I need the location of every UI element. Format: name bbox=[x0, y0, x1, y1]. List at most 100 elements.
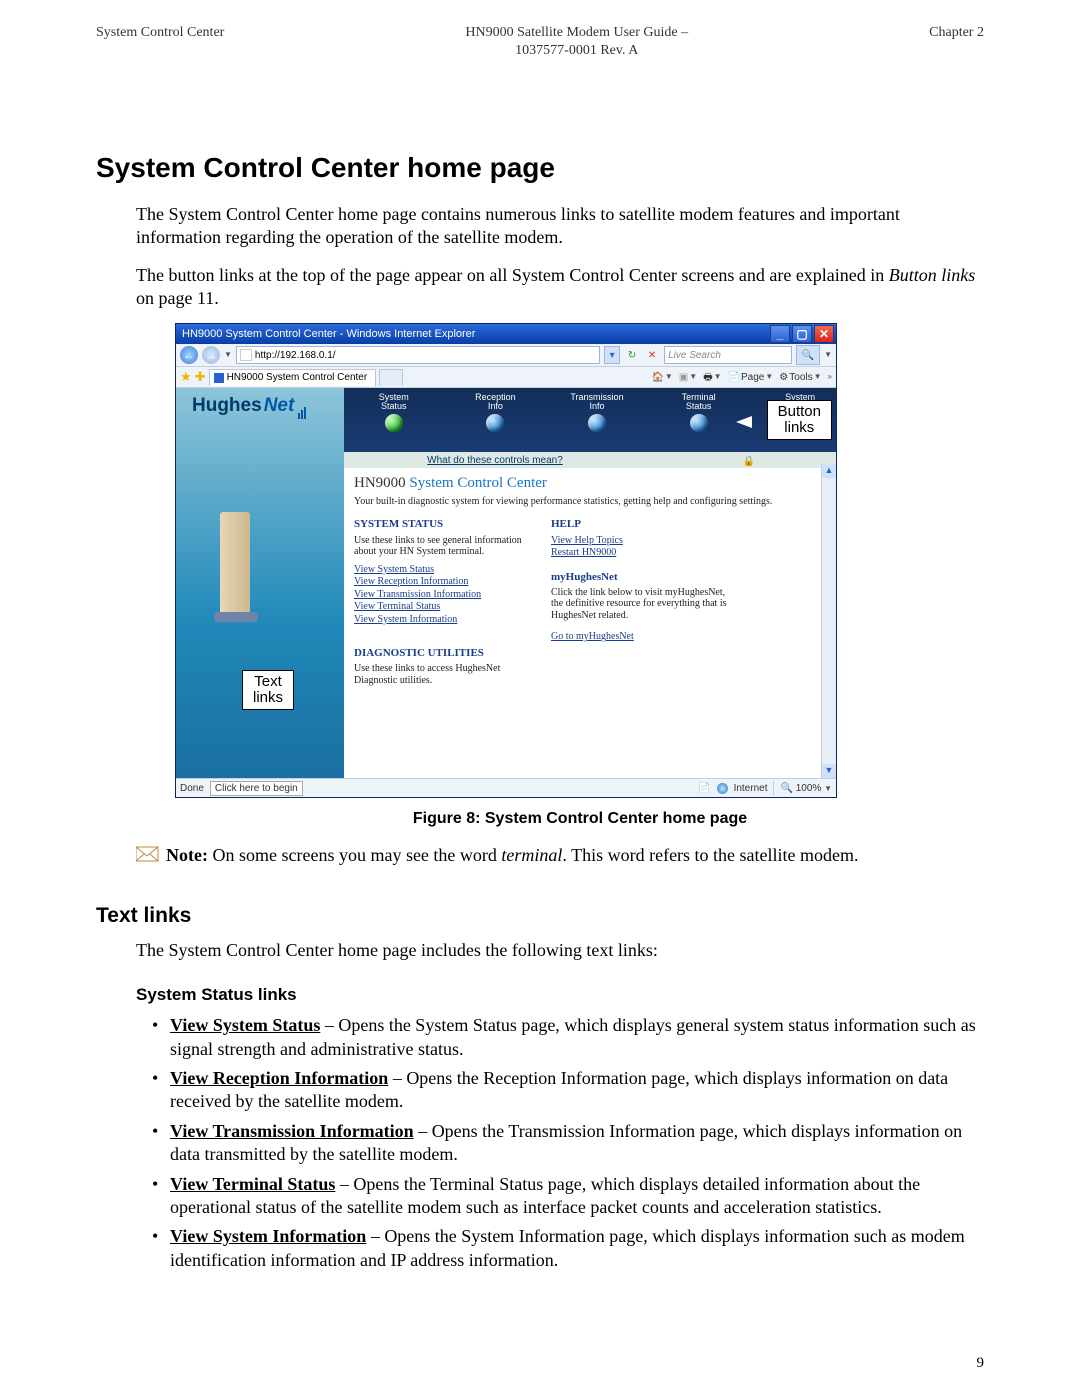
status-button-label: ReceptionInfo bbox=[460, 392, 532, 412]
button-strip: SystemStatus ReceptionInfo TransmissionInf… bbox=[344, 388, 836, 452]
diagnostic-heading: DIAGNOSTIC UTILITIES bbox=[354, 646, 529, 660]
maximize-button[interactable]: ▢ bbox=[792, 325, 812, 343]
search-provider-dropdown[interactable]: ▼ bbox=[824, 350, 832, 360]
scc-title-a: HN9000 bbox=[354, 475, 409, 491]
status-click-here[interactable]: Click here to begin bbox=[210, 781, 303, 796]
p2-link-ref: Button links bbox=[889, 265, 976, 285]
list-link-name: View Reception Information bbox=[170, 1068, 388, 1088]
scc-link[interactable]: View Transmission Information bbox=[354, 589, 529, 602]
print-button[interactable]: 🖶▼ bbox=[703, 371, 721, 384]
new-tab-button[interactable] bbox=[379, 369, 403, 386]
forward-button[interactable]: → bbox=[202, 346, 220, 364]
scc-subtitle: Your built-in diagnostic system for view… bbox=[354, 496, 826, 508]
scc-title-b: System Control Center bbox=[409, 475, 547, 491]
back-button[interactable]: ← bbox=[180, 346, 198, 364]
lock-icon: 🔒 bbox=[743, 455, 753, 465]
system-status-desc: Use these links to see general informati… bbox=[354, 535, 529, 558]
close-button[interactable]: ✕ bbox=[814, 325, 834, 343]
modem-illustration bbox=[214, 512, 262, 628]
stop-button[interactable]: ✕ bbox=[644, 347, 660, 363]
text-links-heading: Text links bbox=[96, 902, 984, 929]
search-field[interactable]: Live Search bbox=[664, 346, 792, 364]
scc-link[interactable]: View System Information bbox=[354, 614, 529, 627]
intro-paragraph-1: The System Control Center home page cont… bbox=[136, 203, 984, 250]
list-link-name: View Transmission Information bbox=[170, 1121, 414, 1141]
scc-link[interactable]: View System Status bbox=[354, 564, 529, 577]
favorites-star-icon[interactable]: ★ bbox=[180, 369, 192, 386]
list-item: View System Information – Opens the Syst… bbox=[152, 1225, 984, 1272]
content-scrollbar[interactable]: ▲ ▼ bbox=[821, 464, 836, 778]
note-icon bbox=[136, 844, 160, 862]
header-doc-title: HN9000 Satellite Modem User Guide – bbox=[465, 24, 688, 42]
note: Note: On some screens you may see the wo… bbox=[136, 844, 984, 867]
scc-title: HN9000 System Control Center bbox=[354, 474, 826, 494]
status-button-system-status[interactable]: SystemStatus bbox=[358, 392, 430, 432]
status-orb-icon bbox=[385, 414, 403, 432]
callout-button-links: Button links bbox=[767, 400, 832, 440]
scroll-up-button[interactable]: ▲ bbox=[822, 464, 836, 478]
zoom-value: 100% bbox=[796, 783, 822, 794]
list-item: View System Status – Opens the System St… bbox=[152, 1014, 984, 1061]
status-orb-icon bbox=[486, 414, 504, 432]
status-done: Done bbox=[180, 782, 204, 795]
internet-zone-icon bbox=[717, 783, 728, 794]
tab-label: HN9000 System Control Center bbox=[227, 371, 368, 384]
address-url: http://192.168.0.1/ bbox=[255, 349, 336, 362]
window-titlebar: HN9000 System Control Center - Windows I… bbox=[176, 324, 836, 344]
p2-b: on page 11. bbox=[136, 288, 219, 308]
status-button-terminal-status[interactable]: TerminalStatus bbox=[663, 392, 735, 432]
logo-bars-icon bbox=[298, 407, 306, 419]
window-title: HN9000 System Control Center - Windows I… bbox=[182, 327, 770, 341]
scc-link[interactable]: View Help Topics bbox=[551, 535, 731, 548]
internet-zone-label: Internet bbox=[734, 782, 768, 795]
zoom-control[interactable]: 🔍 100% ▼ bbox=[780, 782, 832, 795]
text-links-intro: The System Control Center home page incl… bbox=[136, 939, 984, 962]
add-favorites-icon[interactable]: ✚ bbox=[195, 369, 206, 386]
protected-mode-icon: 📄 bbox=[698, 782, 710, 795]
header-doc-rev: 1037577-0001 Rev. A bbox=[465, 42, 688, 60]
status-button-label: SystemStatus bbox=[358, 392, 430, 412]
status-button-label: TransmissionInfo bbox=[561, 392, 633, 412]
toolbar-overflow[interactable]: » bbox=[828, 372, 832, 382]
page-menu-label: Page bbox=[741, 371, 764, 384]
what-controls-link[interactable]: What do these controls mean? bbox=[427, 454, 563, 467]
callout-arrow-icon bbox=[736, 416, 752, 428]
controls-help-row: What do these controls mean? 🔒 bbox=[344, 452, 836, 468]
note-text-b: . This word refers to the satellite mode… bbox=[562, 845, 858, 865]
page-title: System Control Center home page bbox=[96, 150, 984, 186]
myhughesnet-desc: Click the link below to visit myHughesNe… bbox=[551, 587, 731, 622]
callout-text-links: Text links bbox=[242, 670, 294, 710]
page-number: 9 bbox=[977, 1354, 985, 1374]
page-menu[interactable]: 📄 Page ▼ bbox=[728, 371, 774, 384]
list-item: View Reception Information – Opens the R… bbox=[152, 1067, 984, 1114]
address-bar[interactable]: http://192.168.0.1/ bbox=[236, 346, 600, 364]
scc-link[interactable]: View Terminal Status bbox=[354, 601, 529, 614]
list-link-name: View System Information bbox=[170, 1226, 366, 1246]
browser-window: HN9000 System Control Center - Windows I… bbox=[176, 324, 836, 797]
feeds-button[interactable]: ▣▼ bbox=[679, 371, 697, 384]
nav-history-dropdown[interactable]: ▼ bbox=[224, 350, 232, 360]
scc-link[interactable]: Restart HN9000 bbox=[551, 547, 731, 560]
list-item: View Transmission Information – Opens th… bbox=[152, 1120, 984, 1167]
tools-menu[interactable]: ⚙ Tools ▼ bbox=[779, 371, 821, 384]
header-right: Chapter 2 bbox=[929, 24, 984, 60]
list-link-name: View System Status bbox=[170, 1015, 320, 1035]
browser-tab[interactable]: HN9000 System Control Center bbox=[209, 369, 377, 386]
status-button-reception-info[interactable]: ReceptionInfo bbox=[460, 392, 532, 432]
refresh-button[interactable]: ↻ bbox=[624, 347, 640, 363]
system-status-links-heading: System Status links bbox=[136, 984, 984, 1006]
minimize-button[interactable]: _ bbox=[770, 325, 790, 343]
scroll-down-button[interactable]: ▼ bbox=[822, 764, 836, 778]
status-orb-icon bbox=[588, 414, 606, 432]
figure-caption: Figure 8: System Control Center home pag… bbox=[176, 809, 984, 830]
home-button[interactable]: 🏠▼ bbox=[651, 371, 672, 384]
help-heading: HELP bbox=[551, 517, 731, 531]
search-button[interactable]: 🔍 bbox=[796, 345, 820, 365]
diagnostic-desc: Use these links to access HughesNet Diag… bbox=[354, 663, 529, 686]
address-dropdown[interactable]: ▾ bbox=[604, 346, 620, 364]
scc-link[interactable]: View Reception Information bbox=[354, 576, 529, 589]
status-button-transmission-info[interactable]: TransmissionInfo bbox=[561, 392, 633, 432]
go-to-myhughesnet-link[interactable]: Go to myHughesNet bbox=[551, 631, 731, 644]
p2-a: The button links at the top of the page … bbox=[136, 265, 889, 285]
status-button-label: TerminalStatus bbox=[663, 392, 735, 412]
